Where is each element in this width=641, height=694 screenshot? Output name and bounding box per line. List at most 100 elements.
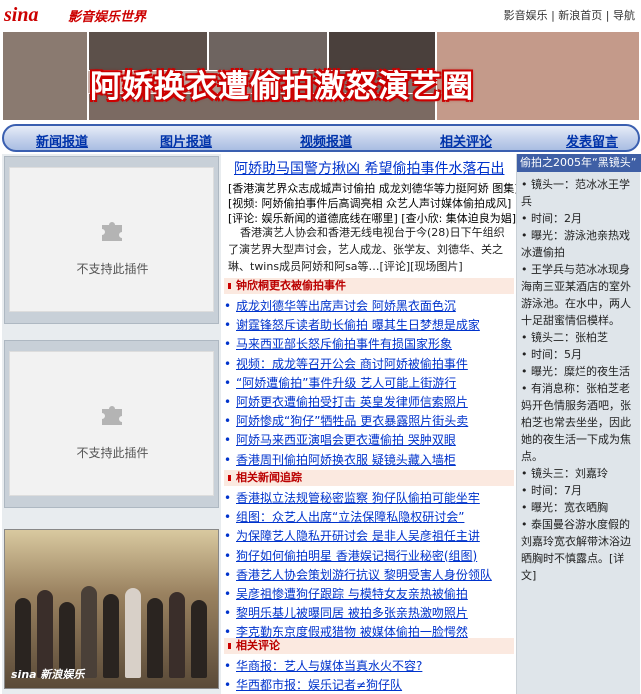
news-link[interactable]: 为保障艺人隐私开研讨会 是非人吴彦祖任主讲	[236, 529, 480, 543]
bullet-icon: •	[224, 414, 232, 429]
bullet-icon: •	[224, 395, 232, 409]
sidebar-line: • 泰国曼谷游水度假的刘嘉玲宽衣解带沐浴边晒胸时不慎露点。[详文]	[521, 518, 631, 582]
news-item: • 狗仔如何偷拍明星 香港娱记揭行业秘密(组图)	[224, 547, 477, 564]
right-sidebar: 偷拍之2005年“黑镜头” • 镜头一：范冰冰王学兵 • 时间：2月 • 曝光：游泳…	[516, 154, 641, 694]
news-link[interactable]: 阿娇惨成“狗仔”牺牲品 更衣暴露照片街头卖	[236, 414, 468, 428]
plugin-placeholder[interactable]: 不支持此插件	[9, 351, 214, 496]
photo-figure	[103, 594, 119, 678]
nav-news[interactable]: 新闻报道	[36, 131, 88, 150]
sidebar-line: • 镜头一：范冰冰王学兵	[521, 178, 630, 208]
news-link[interactable]: 阿娇马来西亚演唱会更衣遭偷拍 哭肿双眼	[236, 433, 456, 447]
photo-figure	[125, 588, 141, 678]
news-item: • 香港周刊偷拍阿娇换衣服 疑镜头藏入墙柜	[224, 451, 456, 468]
headline-link[interactable]: 阿娇助马国警方揪凶 希望偷拍事件水落石出	[234, 158, 504, 178]
bullet-icon: •	[224, 433, 232, 448]
bullet-icon: •	[224, 659, 232, 673]
photo-figure	[37, 590, 53, 678]
news-item: • 视频：成龙等召开公会 商讨阿娇被偷拍事件	[224, 355, 468, 372]
news-item: • 阿娇马来西亚演唱会更衣遭偷拍 哭肿双眼	[224, 431, 456, 448]
photo-figure	[147, 598, 163, 678]
channel-subtitle[interactable]: 影音娱乐世界	[68, 6, 146, 25]
photo-watermark: sina 新浪娱乐	[11, 668, 85, 681]
news-item: • 黎明乐基儿被曝同居 被拍多张亲热激吻照片	[224, 604, 468, 621]
sidebar-line: • 时间：5月	[521, 348, 582, 361]
news-link[interactable]: 吴彦祖惨遭狗仔跟踪 与模特女友亲热被偷拍	[236, 587, 468, 601]
bullet-icon: •	[224, 491, 232, 505]
photo-figure	[191, 600, 207, 678]
banner-photo	[2, 31, 88, 121]
news-item: • 组图：众艺人出席“立法保障私隐权研讨会”	[224, 508, 464, 525]
sidebar-line: • 时间：7月	[521, 484, 582, 497]
top-links[interactable]: 影音娱乐 | 新浪首页 | 导航	[504, 7, 635, 23]
news-link[interactable]: 狗仔如何偷拍明星 香港娱记揭行业秘密(组图)	[236, 549, 477, 563]
plugin-unsupported-text: 不支持此插件	[76, 446, 149, 460]
section-header: 相关评论	[224, 638, 514, 654]
bullet-icon: •	[224, 606, 232, 621]
sidebar-title: 偷拍之2005年“黑镜头”	[517, 154, 641, 172]
news-link[interactable]: 马来西亚部长怒斥偷拍事件有损国家形象	[236, 337, 452, 351]
sidebar-line: • 有消息称：张柏芝老妈开色情服务酒吧，张柏芝也常去坐坐，因此她的夜生活一下成为…	[521, 382, 631, 463]
sina-logo[interactable]: sina	[4, 4, 38, 27]
bullet-icon: •	[224, 567, 232, 582]
news-item: • 香港艺人协会策划游行抗议 黎明受害人身份领队	[224, 566, 492, 583]
puzzle-icon	[102, 222, 122, 241]
news-link[interactable]: “阿娇遭偷拍”事件升级 艺人可能上街游行	[236, 376, 456, 390]
news-link[interactable]: 香港周刊偷拍阿娇换衣服 疑镜头藏入墙柜	[236, 453, 456, 467]
bullet-icon: •	[224, 452, 232, 467]
nav-post-message[interactable]: 发表留言	[566, 131, 618, 150]
section-header: 相关新闻追踪	[224, 470, 514, 486]
related-links-video[interactable]: [视频: 阿娇偷拍事件后高调亮相 众艺人声讨媒体偷拍成风]	[228, 195, 511, 211]
news-link[interactable]: 黎明乐基儿被曝同居 被拍多张亲热激吻照片	[236, 606, 468, 620]
plugin-unsupported-text: 不支持此插件	[76, 262, 149, 276]
sidebar-line: • 曝光：宽衣晒胸	[521, 501, 608, 514]
bullet-icon: •	[224, 548, 232, 563]
left-column: 不支持此插件 不支持此插件 sina 新浪娱乐	[2, 154, 221, 694]
sidebar-line: • 曝光：糜烂的夜生活	[521, 365, 630, 378]
bullet-icon: •	[224, 299, 232, 313]
news-link[interactable]: 华商报：艺人与媒体当真水火不容?	[236, 659, 422, 673]
related-links-photos[interactable]: [香港演艺界众志成城声讨偷拍 成龙刘德华等力挺阿娇 图集]	[228, 180, 519, 196]
news-link[interactable]: 组图：众艺人出席“立法保障私隐权研讨会”	[236, 510, 464, 524]
nav-photos[interactable]: 图片报道	[160, 131, 212, 150]
sidebar-line: • 镜头三：刘嘉玲	[521, 467, 608, 480]
bullet-icon: •	[224, 529, 232, 544]
bullet-icon: •	[224, 510, 232, 525]
sidebar-line: • 时间：2月	[521, 212, 582, 225]
banner: 阿娇换衣遭偷拍激怒演艺圈	[2, 31, 640, 121]
news-item: • 香港拟立法规管秘密监察 狗仔队偷拍可能坐牢	[224, 489, 480, 506]
bullet-icon: •	[224, 318, 232, 333]
photo-figure	[169, 592, 185, 678]
news-item: • 阿娇更衣遭偷拍受打击 英皇发律师信索照片	[224, 393, 468, 410]
news-link[interactable]: 阿娇更衣遭偷拍受打击 英皇发律师信索照片	[236, 395, 468, 409]
nav-bar: 新闻报道 图片报道 视频报道 相关评论 发表留言	[2, 124, 640, 152]
puzzle-icon	[102, 406, 122, 425]
news-link[interactable]: 成龙刘德华等出席声讨会 阿娇黑衣面色沉	[236, 299, 456, 313]
sidebar-line: • 王学兵与范冰冰现身海南三亚某酒店的室外游泳池。在水中，两人十足甜蜜情侣模样。	[521, 263, 631, 327]
sidebar-line: • 镜头二：张柏芝	[521, 331, 608, 344]
news-link[interactable]: 香港艺人协会策划游行抗议 黎明受害人身份领队	[236, 568, 492, 582]
news-link[interactable]: 香港拟立法规管秘密监察 狗仔队偷拍可能坐牢	[236, 491, 480, 505]
news-link[interactable]: 华西都市报：娱乐记者≠狗仔队	[236, 678, 402, 692]
photo-figure	[81, 586, 97, 678]
news-item: • 吴彦祖惨遭狗仔跟踪 与模特女友亲热被偷拍	[224, 585, 468, 602]
plugin-box: 不支持此插件	[4, 156, 219, 324]
news-item: • 华西都市报：娱乐记者≠狗仔队	[224, 676, 402, 693]
news-item: • 阿娇惨成“狗仔”牺牲品 更衣暴露照片街头卖	[224, 412, 468, 429]
news-item: • 成龙刘德华等出席声讨会 阿娇黑衣面色沉	[224, 297, 456, 314]
nav-video[interactable]: 视频报道	[300, 131, 352, 150]
group-photo[interactable]: sina 新浪娱乐	[4, 529, 219, 689]
bullet-icon: •	[224, 587, 232, 601]
sidebar-line: • 曝光：游泳池亲热戏冰遭偷拍	[521, 229, 630, 259]
news-item: • 华商报：艺人与媒体当真水火不容?	[224, 657, 422, 674]
news-link[interactable]: 谢霆锋怒斥读者助长偷拍 曝其生日梦想是成家	[236, 318, 480, 332]
news-item: • “阿娇遭偷拍”事件升级 艺人可能上街游行	[224, 374, 456, 391]
section-header: 钟欣桐更衣被偷拍事件	[224, 278, 514, 294]
bullet-icon: •	[224, 337, 232, 352]
sidebar-body: • 镜头一：范冰冰王学兵 • 时间：2月 • 曝光：游泳池亲热戏冰遭偷拍 • 王学兵与…	[521, 176, 639, 584]
nav-comments[interactable]: 相关评论	[440, 131, 492, 150]
news-item: • 马来西亚部长怒斥偷拍事件有损国家形象	[224, 335, 452, 352]
intro-paragraph: 香港演艺人协会和香港无线电视台于今(28)日下午组织了演艺界大型声讨会，艺人成龙…	[228, 226, 505, 273]
banner-title: 阿娇换衣遭偷拍激怒演艺圈	[90, 69, 474, 105]
news-link[interactable]: 视频：成龙等召开公会 商讨阿娇被偷拍事件	[236, 357, 468, 371]
plugin-placeholder[interactable]: 不支持此插件	[9, 167, 214, 312]
